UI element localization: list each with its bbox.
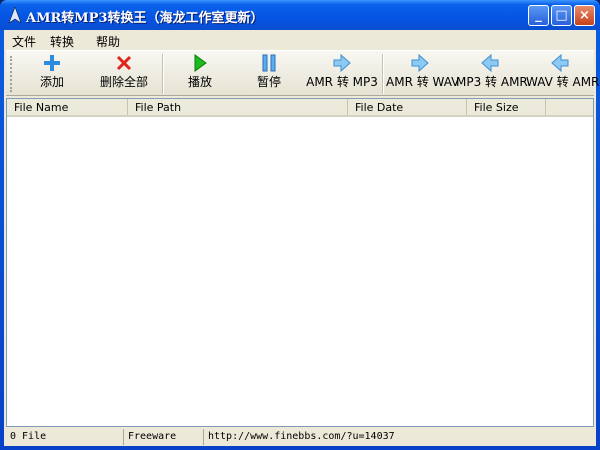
pause-icon [262, 54, 276, 72]
arrow-left-icon [551, 54, 569, 72]
delete-x-icon [116, 55, 132, 71]
column-file-size[interactable]: File Size [467, 99, 546, 115]
list-header: File Name File Path File Date File Size [7, 99, 593, 117]
menu-bar: 文件 转换 帮助 [4, 30, 596, 50]
title-bar[interactable]: AMR转MP3转换王（海龙工作室更新） _ □ × [0, 0, 600, 30]
add-label: 添加 [39, 75, 64, 89]
wav-to-amr-label: WAV 转 AMR [526, 75, 600, 89]
add-button[interactable]: 添加 [20, 53, 84, 95]
status-license: Freeware [124, 429, 204, 445]
minimize-button[interactable]: _ [528, 5, 549, 26]
play-icon [194, 54, 207, 72]
column-file-path[interactable]: File Path [128, 99, 348, 115]
status-url[interactable]: http://www.finebbs.com/?u=14037 [204, 429, 594, 445]
column-file-name[interactable]: File Name [7, 99, 128, 115]
delete-all-button[interactable]: 删除全部 [88, 53, 160, 95]
menu-help[interactable]: 帮助 [80, 30, 126, 50]
window-title: AMR转MP3转换王（海龙工作室更新） [26, 11, 264, 26]
amr-to-mp3-label: AMR 转 MP3 [306, 75, 378, 89]
arrow-left-icon [481, 54, 499, 72]
maximize-button[interactable]: □ [551, 5, 572, 26]
toolbar-grip[interactable] [10, 56, 12, 92]
plus-icon [44, 55, 60, 71]
toolbar-separator [162, 54, 164, 94]
client-area: 文件 转换 帮助 添加 删除全部 播放 暂停 AMR 转 MP3 AMR 转 W… [4, 30, 600, 446]
mp3-to-amr-label: MP3 转 AMR [456, 75, 528, 89]
pause-label: 暂停 [256, 75, 281, 89]
status-file-count: 0 File [6, 429, 124, 445]
amr-to-wav-button[interactable]: AMR 转 WAV [386, 53, 460, 95]
column-file-date[interactable]: File Date [348, 99, 467, 115]
delete-all-label: 删除全部 [99, 75, 148, 89]
toolbar: 添加 删除全部 播放 暂停 AMR 转 MP3 AMR 转 WAV MP3 转 … [6, 50, 600, 96]
wav-to-amr-button[interactable]: WAV 转 AMR [526, 53, 600, 95]
menu-convert[interactable]: 转换 [42, 30, 80, 50]
toolbar-separator [382, 54, 384, 94]
close-button[interactable]: × [574, 5, 595, 26]
arrow-right-icon [333, 54, 351, 72]
app-window: AMR转MP3转换王（海龙工作室更新） _ □ × 文件 转换 帮助 添加 删除… [0, 0, 600, 450]
arrow-right-icon [411, 54, 429, 72]
amr-to-mp3-button[interactable]: AMR 转 MP3 [304, 53, 380, 95]
mp3-to-amr-button[interactable]: MP3 转 AMR [456, 53, 528, 95]
status-bar: 0 File Freeware http://www.finebbs.com/?… [6, 428, 594, 446]
play-label: 播放 [187, 75, 212, 89]
app-logo-icon [8, 7, 22, 23]
menu-file[interactable]: 文件 [6, 30, 42, 50]
file-list[interactable]: File Name File Path File Date File Size [6, 98, 594, 427]
amr-to-wav-label: AMR 转 WAV [386, 75, 460, 89]
pause-button[interactable]: 暂停 [239, 53, 299, 95]
play-button[interactable]: 播放 [170, 53, 230, 95]
